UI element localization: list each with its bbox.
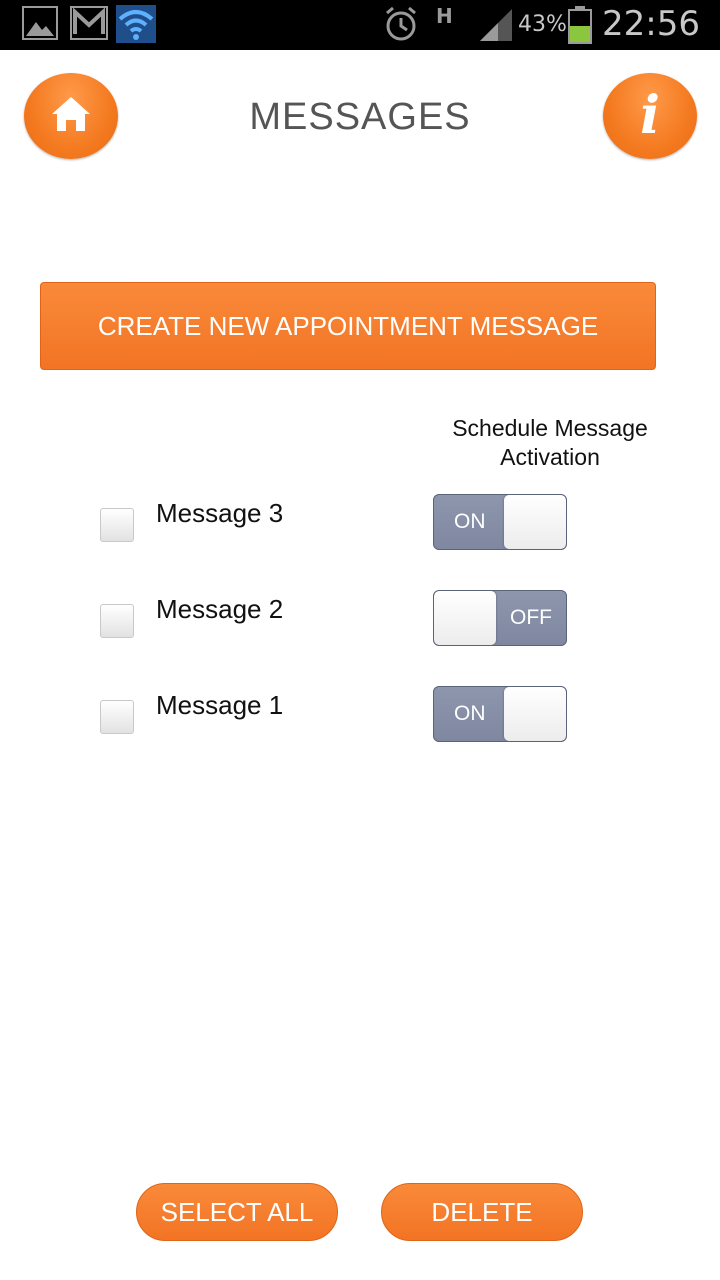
schedule-activation-toggle[interactable]: ON <box>433 494 567 550</box>
select-all-button[interactable]: SELECT ALL <box>136 1183 338 1241</box>
message-row: Message 3 ON <box>0 494 720 558</box>
info-button[interactable]: i <box>603 73 697 159</box>
toggle-state-label: OFF <box>510 606 552 629</box>
clock: 22:56 <box>602 4 700 44</box>
wifi-icon <box>116 5 156 43</box>
info-icon: i <box>640 85 660 146</box>
alarm-icon <box>382 5 420 43</box>
message-label: Message 1 <box>156 690 284 720</box>
toggle-knob <box>504 687 566 741</box>
message-checkbox[interactable] <box>100 604 134 638</box>
schedule-activation-toggle[interactable]: ON <box>433 686 567 742</box>
message-checkbox[interactable] <box>100 700 134 734</box>
toggle-state-label: ON <box>454 510 486 533</box>
network-type-indicator: H <box>436 4 453 28</box>
message-row: Message 1 ON <box>0 686 720 750</box>
gallery-notification-icon <box>22 6 58 40</box>
message-label: Message 3 <box>156 498 284 528</box>
battery-icon <box>568 6 592 44</box>
toggle-knob <box>504 495 566 549</box>
column-header-line2: Activation <box>500 444 600 470</box>
gmail-notification-icon <box>70 6 108 40</box>
toggle-knob <box>434 591 496 645</box>
signal-strength-icon <box>478 5 514 43</box>
message-row: Message 2 OFF <box>0 590 720 654</box>
schedule-activation-column-header: Schedule Message Activation <box>420 414 680 472</box>
status-bar: H 43% 22:56 <box>0 0 720 50</box>
battery-percent: 43% <box>518 12 567 37</box>
schedule-activation-toggle[interactable]: OFF <box>433 590 567 646</box>
delete-button[interactable]: DELETE <box>381 1183 583 1241</box>
column-header-line1: Schedule Message <box>452 415 648 441</box>
toggle-state-label: ON <box>454 702 486 725</box>
create-new-appointment-message-button[interactable]: CREATE NEW APPOINTMENT MESSAGE <box>40 282 656 370</box>
message-checkbox[interactable] <box>100 508 134 542</box>
message-label: Message 2 <box>156 594 284 624</box>
